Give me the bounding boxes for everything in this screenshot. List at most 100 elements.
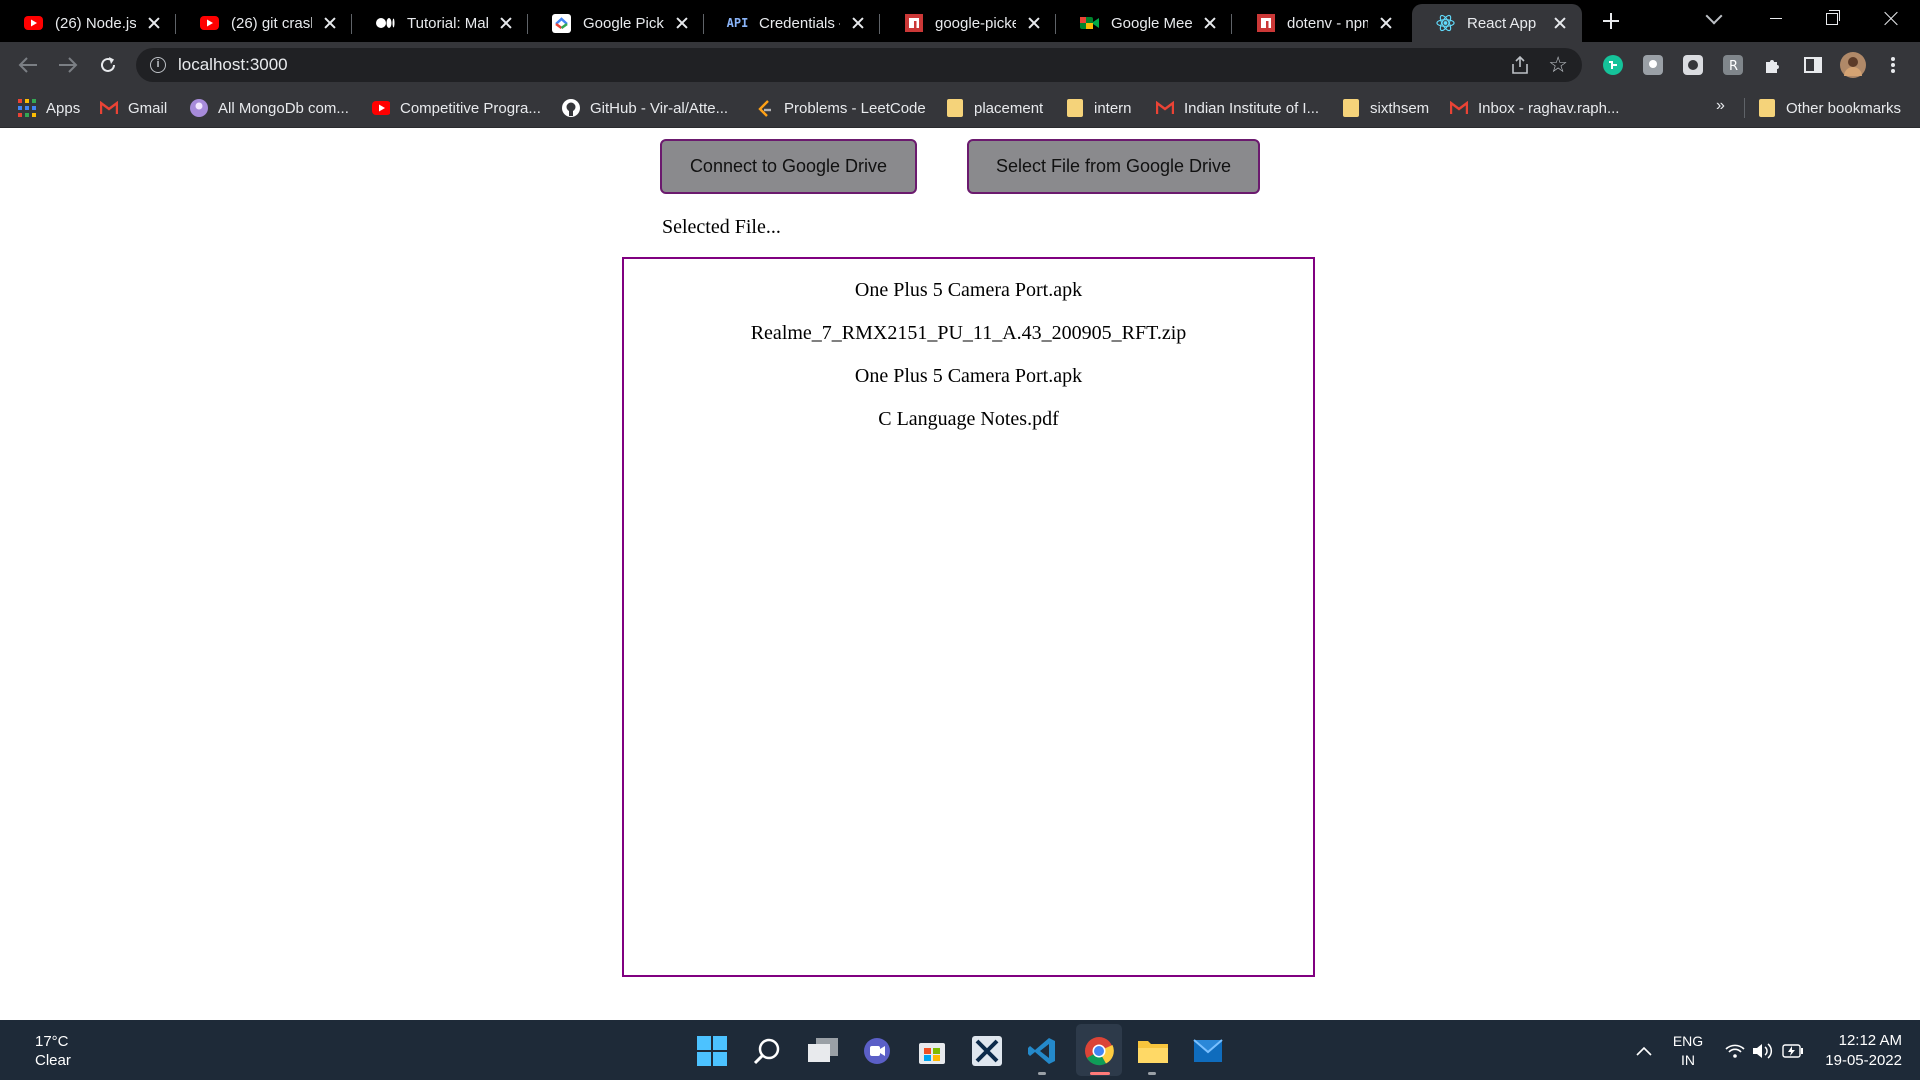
bookmark-folder-intern[interactable]: intern (1066, 96, 1132, 120)
bookmark-label: Apps (46, 99, 81, 117)
tab-google-picker[interactable]: Google Picker (528, 4, 704, 42)
file-list-item[interactable]: One Plus 5 Camera Port.apk (624, 365, 1313, 388)
tab-credentials[interactable]: API Credentials – A (704, 4, 880, 42)
tab-search-chevron-icon[interactable] (1705, 7, 1723, 25)
weather-widget[interactable]: 17°C Clear (35, 1032, 71, 1070)
tab-google-picker-npm[interactable]: google-picker (880, 4, 1056, 42)
extension-puzzle-gray-icon[interactable] (1640, 52, 1666, 78)
vscode-icon[interactable] (1025, 1034, 1059, 1068)
grammarly-extension-icon[interactable] (1600, 52, 1626, 78)
tab-tutorial[interactable]: Tutorial: Makin (352, 4, 528, 42)
tab-react-app[interactable]: React App (1412, 4, 1582, 42)
wifi-icon[interactable] (1722, 1034, 1748, 1068)
battery-charging-icon[interactable] (1780, 1034, 1806, 1068)
bookmark-other-bookmarks[interactable]: Other bookmarks (1758, 96, 1901, 120)
bookmark-star-icon[interactable]: ☆ (1548, 52, 1568, 78)
bookmark-competitive-programming[interactable]: Competitive Progra... (372, 96, 541, 120)
folder-icon (946, 99, 964, 117)
github-icon (562, 99, 580, 117)
new-tab-button[interactable] (1598, 8, 1624, 34)
close-tab-icon[interactable] (1200, 13, 1220, 33)
selected-file-label: Selected File... (662, 216, 781, 238)
volume-icon[interactable] (1750, 1034, 1776, 1068)
bookmark-mongodb[interactable]: All MongoDb com... (190, 96, 349, 120)
language-code: ENG (1672, 1033, 1704, 1049)
file-list-item[interactable]: C Language Notes.pdf (624, 408, 1313, 431)
clock-date: 19-05-2022 (1825, 1052, 1902, 1069)
tab-strip: (26) Node.js E (26) git crash Tutorial: … (0, 0, 1920, 42)
extension-circle-icon[interactable] (1680, 52, 1706, 78)
bookmarks-divider (1744, 98, 1745, 118)
bookmark-folder-sixthsem[interactable]: sixthsem (1342, 96, 1429, 120)
google-meet-icon (1080, 14, 1099, 33)
windows-start-icon[interactable] (695, 1034, 729, 1068)
bookmark-label: Other bookmarks (1786, 99, 1902, 117)
clock-time: 12:12 AM (1838, 1032, 1902, 1049)
bookmark-folder-placement[interactable]: placement (946, 96, 1043, 120)
address-bar[interactable]: i localhost:3000 ☆ (136, 48, 1582, 82)
mail-icon[interactable] (1191, 1034, 1225, 1068)
bookmark-gmail[interactable]: Gmail (100, 96, 167, 120)
input-language-indicator[interactable]: ENG IN (1670, 1032, 1706, 1070)
close-tab-icon[interactable] (144, 13, 164, 33)
file-explorer-icon[interactable] (1136, 1034, 1170, 1068)
bookmark-label: Competitive Progra... (400, 99, 541, 117)
file-list-item[interactable]: One Plus 5 Camera Port.apk (624, 279, 1313, 302)
file-list-item[interactable]: Realme_7_RMX2151_PU_11_A.43_200905_RFT.z… (624, 322, 1313, 345)
tab-git-crash[interactable]: (26) git crash (176, 4, 352, 42)
teams-chat-icon[interactable] (860, 1034, 894, 1068)
extensions-puzzle-icon[interactable] (1760, 52, 1786, 78)
tab-title: (26) git crash (231, 14, 312, 32)
select-file-button[interactable]: Select File from Google Drive (967, 139, 1260, 194)
restore-window-button[interactable] (1804, 0, 1860, 38)
microsoft-store-icon[interactable] (915, 1034, 949, 1068)
close-tab-icon[interactable] (320, 13, 340, 33)
close-tab-icon[interactable] (496, 13, 516, 33)
minimize-window-button[interactable] (1748, 0, 1804, 38)
medium-icon (376, 14, 395, 33)
tab-title: Credentials – A (759, 14, 840, 32)
bookmark-leetcode[interactable]: Problems - LeetCode (756, 96, 926, 120)
close-tab-icon[interactable] (1550, 13, 1570, 33)
close-tab-icon[interactable] (848, 13, 868, 33)
close-tab-icon[interactable] (1376, 13, 1396, 33)
task-view-icon[interactable] (806, 1034, 840, 1068)
profile-avatar[interactable] (1840, 52, 1866, 78)
tab-nodejs[interactable]: (26) Node.js E (0, 4, 176, 42)
search-icon[interactable] (750, 1034, 784, 1068)
bookmark-label: placement (974, 99, 1044, 117)
side-panel-icon[interactable] (1800, 52, 1826, 78)
close-window-button[interactable] (1864, 0, 1920, 38)
tab-google-meet[interactable]: Google Meet (1056, 4, 1232, 42)
youtube-icon (24, 14, 43, 33)
bookmark-inbox[interactable]: Inbox - raghav.raph... (1450, 96, 1619, 120)
back-button[interactable] (12, 49, 44, 81)
bookmark-label: Inbox - raghav.raph... (1478, 99, 1620, 117)
share-icon[interactable] (1510, 55, 1530, 75)
more-bookmarks-button[interactable]: » (1716, 97, 1725, 115)
bookmark-github[interactable]: GitHub - Vir-al/Atte... (562, 96, 728, 120)
bookmark-indian-institute[interactable]: Indian Institute of I... (1156, 96, 1319, 120)
xming-app-icon[interactable] (970, 1034, 1004, 1068)
npm-icon (904, 14, 923, 33)
bookmark-apps[interactable]: Apps (18, 96, 80, 120)
reload-button[interactable] (92, 49, 124, 81)
close-tab-icon[interactable] (672, 13, 692, 33)
site-info-icon[interactable]: i (150, 57, 166, 73)
extension-r-icon[interactable]: R (1720, 52, 1746, 78)
chrome-icon[interactable] (1082, 1034, 1116, 1068)
bookmark-label: Indian Institute of I... (1184, 99, 1320, 117)
running-indicator (1148, 1072, 1156, 1075)
gmail-icon (1156, 99, 1174, 117)
forward-button[interactable] (52, 49, 84, 81)
url-text[interactable]: localhost:3000 (178, 55, 288, 75)
close-tab-icon[interactable] (1024, 13, 1044, 33)
show-hidden-icons-chevron-up-icon[interactable] (1630, 1034, 1658, 1068)
system-clock[interactable]: 12:12 AM 19-05-2022 (1820, 1031, 1902, 1071)
page-content: Connect to Google Drive Select File from… (0, 128, 1920, 1020)
api-icon: API (726, 16, 749, 30)
region-code: IN (1681, 1052, 1695, 1068)
connect-google-drive-button[interactable]: Connect to Google Drive (660, 139, 917, 194)
tab-dotenv[interactable]: dotenv - npm (1232, 4, 1408, 42)
chrome-menu-icon[interactable] (1880, 52, 1906, 78)
